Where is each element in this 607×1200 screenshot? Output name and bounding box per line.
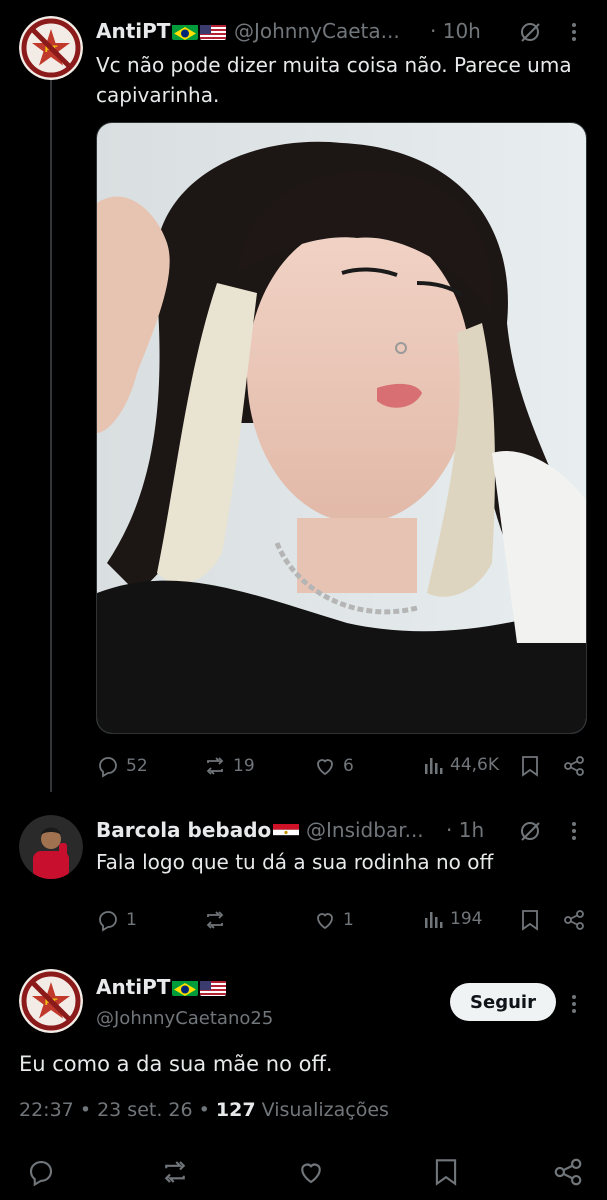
- grok-icon[interactable]: [516, 817, 544, 845]
- like-button[interactable]: 1: [313, 908, 354, 932]
- brazil-flag-icon: [172, 979, 199, 996]
- reply-count: 52: [126, 756, 148, 776]
- share-icon[interactable]: [562, 754, 586, 778]
- egypt-flag-icon: [273, 822, 300, 839]
- repost-icon: [206, 911, 224, 929]
- avatar[interactable]: [19, 815, 83, 879]
- grok-icon[interactable]: [516, 18, 544, 46]
- like-count: 6: [343, 756, 354, 776]
- avatar[interactable]: PT: [19, 969, 83, 1033]
- views-icon: [425, 912, 443, 928]
- repost-button[interactable]: 19: [203, 754, 255, 778]
- views-count: 194: [450, 909, 483, 929]
- tweet-text: Vc não pode dizer muita coisa não. Parec…: [96, 53, 572, 107]
- reply-button[interactable]: 52: [96, 754, 148, 778]
- share-icon[interactable]: [551, 1155, 585, 1189]
- views-button[interactable]: 44,6K: [422, 754, 499, 776]
- thread-line: [50, 80, 52, 792]
- bookmark-icon[interactable]: [518, 908, 542, 932]
- more-icon[interactable]: [562, 18, 586, 46]
- views-count: 127: [215, 1099, 256, 1121]
- repost-count: 19: [233, 756, 255, 776]
- more-icon[interactable]: [562, 990, 586, 1018]
- tweet-time[interactable]: · 10h: [430, 19, 481, 43]
- repost-icon: [206, 757, 224, 775]
- avatar[interactable]: PT: [19, 16, 83, 80]
- author-name[interactable]: AntiPT: [96, 975, 227, 999]
- share-icon[interactable]: [562, 908, 586, 932]
- bookmark-icon[interactable]: [518, 754, 542, 778]
- bookmark-icon[interactable]: [429, 1155, 463, 1189]
- brazil-flag-icon: [172, 23, 199, 40]
- views-button[interactable]: 194: [422, 908, 482, 930]
- like-count: 1: [343, 910, 354, 930]
- follow-button[interactable]: Seguir: [450, 983, 556, 1021]
- reply-icon: [99, 757, 117, 778]
- usa-flag-icon: [200, 979, 227, 996]
- reply-icon: [99, 911, 117, 932]
- tweet-time[interactable]: · 1h: [446, 818, 484, 842]
- heart-icon[interactable]: [294, 1155, 328, 1189]
- heart-icon: [317, 759, 333, 776]
- reply-icon[interactable]: [24, 1155, 58, 1189]
- repost-icon[interactable]: [158, 1155, 192, 1189]
- heart-icon: [317, 913, 333, 930]
- views-icon: [425, 758, 443, 774]
- like-button[interactable]: 6: [313, 754, 354, 778]
- views-count: 44,6K: [450, 755, 499, 775]
- tweet-date[interactable]: 23 set. 26: [97, 1099, 193, 1121]
- author-name[interactable]: Barcola bebado: [96, 818, 300, 842]
- tweet-text: Fala logo que tu dá a sua rodinha no off: [96, 850, 494, 874]
- reply-count: 1: [126, 910, 137, 930]
- separator: •: [79, 1099, 92, 1121]
- views-label: Visualizações: [261, 1099, 389, 1121]
- reply-button[interactable]: 1: [96, 908, 137, 932]
- more-icon[interactable]: [562, 817, 586, 845]
- tweet-time[interactable]: 22:37: [19, 1099, 74, 1121]
- tweet-photo[interactable]: [96, 122, 587, 734]
- tweet-meta: 22:37 • 23 set. 26 • 127 Visualizações: [19, 1099, 389, 1121]
- tweet-text: Eu como a da sua mãe no off.: [19, 1052, 333, 1076]
- author-name[interactable]: AntiPT: [96, 19, 227, 43]
- author-handle[interactable]: @Insidbar...: [306, 818, 424, 842]
- repost-button[interactable]: [203, 908, 233, 932]
- usa-flag-icon: [200, 23, 227, 40]
- author-handle[interactable]: @JohnnyCaeta...: [234, 19, 400, 43]
- author-handle[interactable]: @JohnnyCaetano25: [96, 1008, 273, 1029]
- separator: •: [198, 1099, 210, 1121]
